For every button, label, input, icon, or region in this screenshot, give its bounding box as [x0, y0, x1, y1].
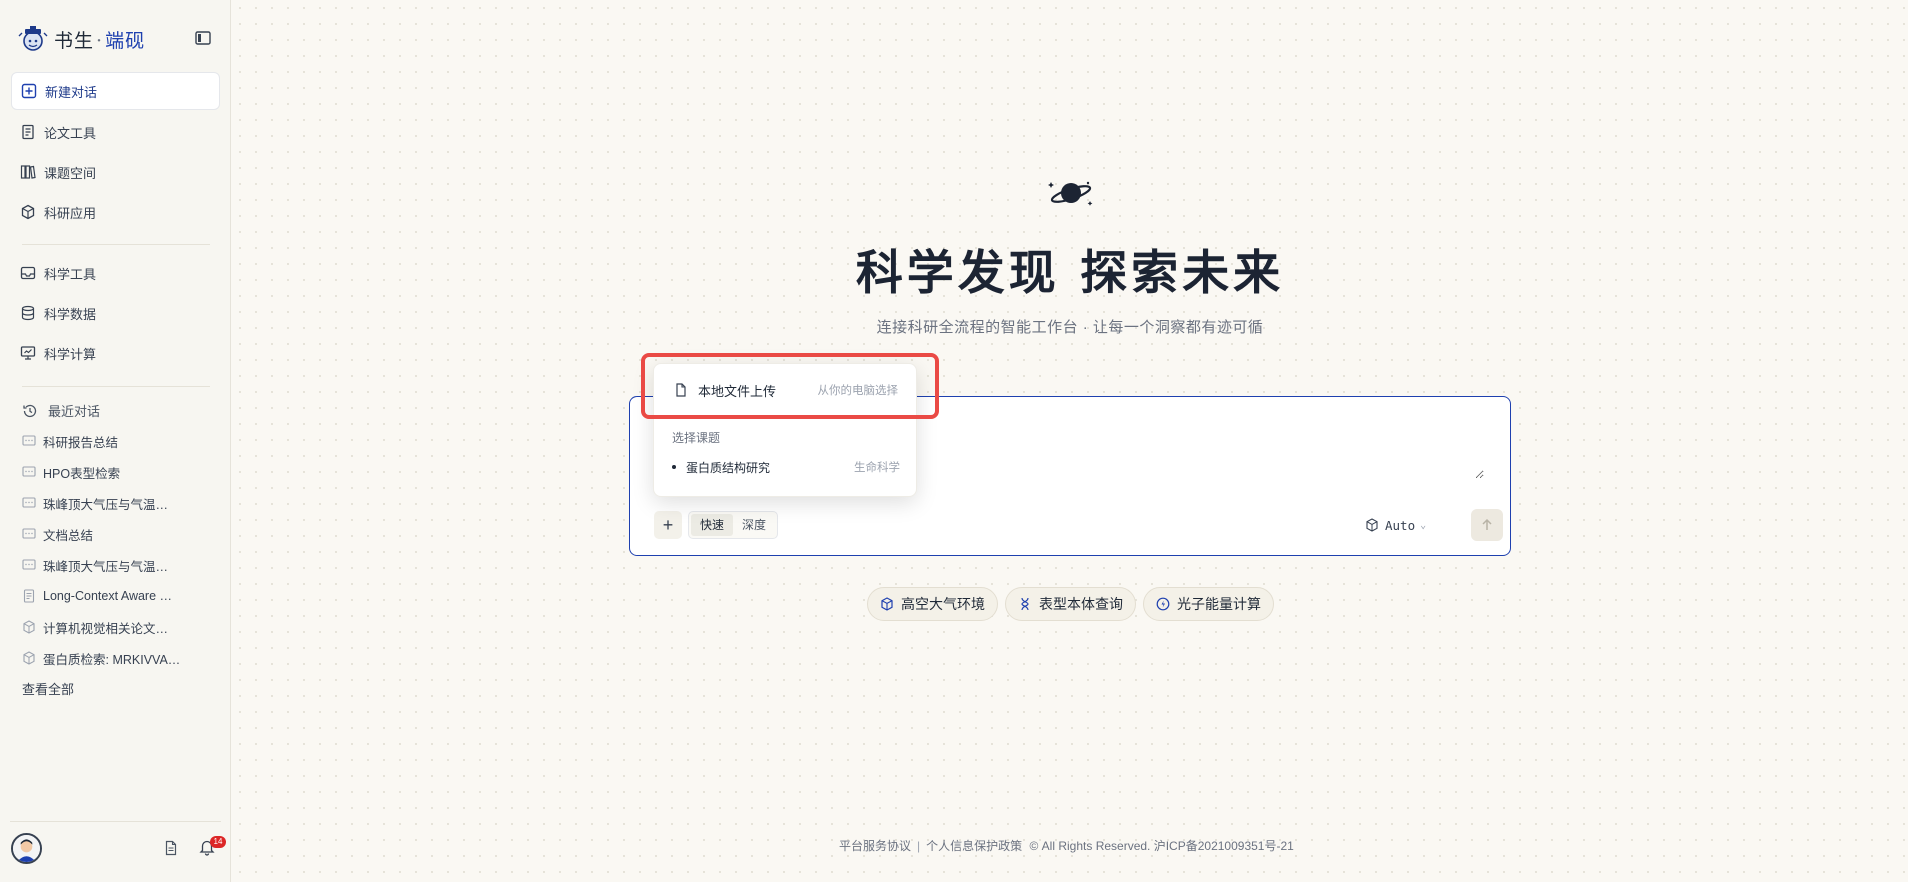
cube-icon	[881, 597, 893, 611]
avatar-icon	[13, 835, 40, 862]
sidebar-item-paper-tools[interactable]: 论文工具	[11, 113, 220, 151]
sidebar-divider	[10, 821, 221, 822]
footer: 平台服务协议 | 个人信息保护政策 © All Rights Reserved. 沪…	[839, 839, 1294, 853]
sidebar-divider	[22, 386, 210, 387]
history-icon	[23, 404, 37, 417]
sidebar-item-label: 新建对话	[45, 84, 98, 100]
sidebar-item-science-data[interactable]: 科学数据	[11, 294, 220, 332]
recent-chat-item[interactable]: 蛋白质检索: MRKIVVA…	[22, 647, 192, 669]
upload-label: 本地文件上传	[698, 383, 777, 399]
sidebar-divider	[22, 244, 210, 245]
mode-fast-button[interactable]: 快速	[691, 514, 734, 536]
sidebar-item-topic-space[interactable]: 课题空间	[11, 153, 220, 191]
recent-chat-item[interactable]: 文档总结	[22, 523, 192, 545]
chat-icon	[22, 497, 36, 508]
sidebar-item-label: 课题空间	[44, 165, 97, 181]
chat-icon	[22, 559, 36, 570]
suggestion-chip[interactable]: 高空大气环境	[867, 587, 998, 621]
cube-icon	[23, 620, 35, 634]
hero-subtitle: 连接科研全流程的智能工作台 · 让每一个洞察都有迹可循	[876, 319, 1264, 336]
local-upload-option[interactable]: 本地文件上传 从你的电脑选择	[664, 373, 908, 407]
cube-icon	[21, 204, 35, 220]
bullet-icon	[672, 465, 676, 469]
sidebar-item-research-apps[interactable]: 科研应用	[11, 193, 220, 231]
document-icon	[22, 124, 34, 140]
terms-link[interactable]: 平台服务协议	[839, 839, 911, 853]
topic-option[interactable]: 蛋白质结构研究 生命科学	[672, 457, 900, 477]
sidebar-item-label: 科学工具	[44, 266, 97, 282]
upload-hint: 从你的电脑选择	[817, 385, 899, 397]
suggestion-chip[interactable]: 光子能量计算	[1143, 587, 1274, 621]
sidebar-item-science-tools[interactable]: 科学工具	[11, 254, 220, 292]
send-button[interactable]	[1471, 509, 1503, 541]
books-icon	[20, 165, 36, 179]
chevron-down-icon: ⌄	[1420, 519, 1427, 531]
avatar[interactable]	[11, 833, 42, 864]
document-icon	[23, 589, 35, 603]
attach-plus-button[interactable]: +	[654, 511, 682, 539]
model-select[interactable]: Auto ⌄	[1365, 515, 1426, 535]
recent-chat-item[interactable]: 计算机视觉相关论文…	[22, 616, 192, 638]
recent-chat-item[interactable]: 珠峰顶大气压与气温…	[22, 492, 192, 514]
sidebar-item-science-compute[interactable]: 科学计算	[11, 334, 220, 372]
brand[interactable]: 书生 · 端砚	[18, 22, 145, 56]
bolt-circle-icon	[1156, 597, 1170, 611]
chat-icon	[22, 528, 36, 539]
chat-icon	[22, 435, 36, 446]
plus-square-icon	[21, 83, 37, 99]
chat-icon	[22, 466, 36, 477]
recent-chat-item[interactable]: Long-Context Aware …	[22, 585, 192, 607]
file-icon	[676, 383, 686, 397]
document-icon[interactable]	[163, 840, 179, 856]
arrow-up-icon	[1482, 518, 1492, 530]
mode-toggle: 快速 深度	[688, 511, 779, 539]
scholar-logo-icon	[18, 26, 48, 51]
sidebar-toggle-icon[interactable]	[194, 29, 212, 47]
cube-icon	[23, 651, 35, 665]
recent-chats-heading: 最近对话	[22, 401, 100, 420]
attach-menu: 本地文件上传 从你的电脑选择 选择课题 蛋白质结构研究 生命科学	[653, 363, 917, 497]
notification-badge: 14	[210, 836, 226, 848]
brand-name: 书生 · 端砚	[54, 29, 146, 52]
sidebar-item-new-chat[interactable]: 新建对话	[11, 72, 220, 110]
database-icon	[21, 305, 35, 321]
copyright-text: © All Rights Reserved. 沪ICP备2021009351号-…	[1029, 839, 1294, 853]
dna-icon	[1021, 597, 1029, 611]
sidebar-item-label: 论文工具	[44, 125, 97, 141]
sidebar: 书生 · 端砚 新建对话 论文工具 课题空间 科研应用 科学工具 科学数据 科学计算…	[0, 0, 231, 882]
inbox-icon	[20, 266, 36, 280]
sidebar-item-label: 科学数据	[44, 306, 97, 322]
planet-icon	[1048, 181, 1093, 206]
recent-chat-item[interactable]: HPO表型检索	[22, 461, 192, 483]
view-all-link[interactable]: 查看全部	[22, 679, 74, 698]
recent-chat-item[interactable]: 珠峰顶大气压与气温…	[22, 554, 192, 576]
topic-label: 蛋白质结构研究	[686, 460, 771, 475]
hero-title: 科学发现 探索未来	[855, 246, 1285, 301]
cube-icon	[1366, 518, 1378, 532]
topic-section-label: 选择课题	[672, 431, 721, 445]
monitor-icon	[20, 346, 36, 360]
suggestion-chip[interactable]: 表型本体查询	[1005, 587, 1136, 621]
model-select-value: Auto	[1385, 517, 1416, 533]
recent-chat-item[interactable]: 科研报告总结	[22, 430, 192, 452]
mode-deep-button[interactable]: 深度	[733, 514, 775, 536]
sidebar-item-label: 科研应用	[44, 205, 97, 221]
sidebar-item-label: 科学计算	[44, 346, 97, 362]
topic-tag: 生命科学	[854, 462, 900, 474]
privacy-link[interactable]: 个人信息保护政策	[926, 839, 1022, 853]
